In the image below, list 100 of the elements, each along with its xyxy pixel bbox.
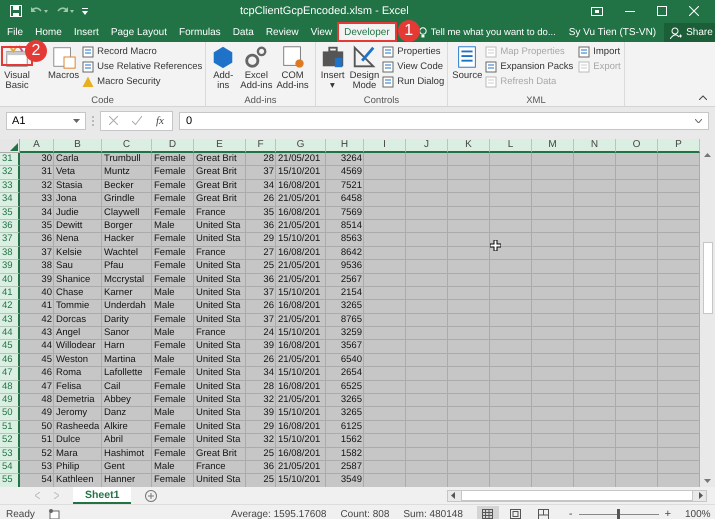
ribbon-button[interactable]: Record Macro (82, 44, 202, 59)
table-cell: Darity (102, 314, 152, 328)
close-icon[interactable] (689, 6, 699, 16)
ribbon-tab[interactable]: Home (30, 23, 67, 42)
zoom-out-button[interactable]: - (568, 508, 573, 519)
ribbon-button[interactable]: COM Add-ins (275, 44, 310, 95)
row-header[interactable]: 44 (0, 327, 20, 340)
row-header[interactable]: 50 (0, 407, 20, 421)
new-sheet-icon[interactable] (145, 490, 158, 502)
ribbon-tab[interactable]: File (2, 23, 28, 42)
ribbon-tab[interactable]: Page Layout (106, 23, 172, 42)
row-header[interactable]: 36 (0, 220, 20, 234)
row-header[interactable]: 31 (0, 153, 20, 166)
column-header[interactable]: A (20, 139, 54, 153)
row-header[interactable]: 45 (0, 340, 20, 354)
ribbon-button[interactable]: Run Dialog (382, 74, 444, 89)
scroll-left-icon[interactable] (451, 492, 455, 499)
column-header[interactable]: I (364, 139, 406, 153)
ribbon-button[interactable]: Add- ins (209, 44, 238, 95)
column-header[interactable]: M (532, 139, 574, 153)
row-header[interactable]: 51 (0, 420, 20, 434)
scroll-right-icon[interactable] (699, 492, 703, 499)
ribbon-button[interactable]: Macro Security (82, 74, 202, 89)
ribbon-button[interactable]: Source (451, 44, 484, 95)
save-icon[interactable] (10, 5, 22, 17)
horizontal-scrollbar[interactable] (447, 490, 707, 502)
macro-recording-icon[interactable] (48, 508, 60, 519)
column-header[interactable]: G (276, 139, 326, 153)
name-box[interactable]: A1 (6, 112, 86, 130)
customize-icon[interactable] (82, 8, 88, 14)
ribbon-tab[interactable]: View (306, 23, 338, 42)
table-cell: Chase (54, 286, 102, 300)
ribbon-display-icon[interactable] (591, 6, 603, 16)
ribbon-tab[interactable]: Insert (68, 23, 104, 42)
column-header[interactable]: K (448, 139, 490, 153)
row-header[interactable]: 39 (0, 260, 20, 274)
column-header[interactable]: B (54, 139, 102, 153)
ribbon-button[interactable]: Design Mode (348, 44, 380, 95)
column-header[interactable]: H (326, 139, 364, 153)
column-header[interactable]: P (658, 139, 700, 153)
column-header[interactable]: L (490, 139, 532, 153)
row-header[interactable]: 53 (0, 448, 20, 461)
table-cell: Pfau (102, 260, 152, 274)
scroll-down-icon[interactable] (704, 479, 711, 483)
column-header[interactable]: O (616, 139, 658, 153)
row-header[interactable]: 35 (0, 206, 20, 220)
ribbon-tab[interactable]: Review (260, 23, 304, 42)
scroll-up-icon[interactable] (704, 153, 711, 157)
ribbon-button[interactable]: Import (578, 44, 621, 59)
column-header[interactable]: N (574, 139, 616, 153)
maximize-icon[interactable] (657, 6, 667, 16)
row-header[interactable]: 46 (0, 354, 20, 368)
ribbon-button[interactable]: Expansion Packs (485, 59, 574, 74)
ribbon-tab[interactable]: Formulas (174, 23, 226, 42)
row-header[interactable]: 54 (0, 460, 20, 474)
cell-grid[interactable] (0, 139, 700, 487)
ribbon-tab[interactable]: Data (228, 23, 259, 42)
tell-me-field[interactable]: Tell me what you want to do... (418, 23, 569, 42)
zoom-slider-thumb[interactable] (616, 508, 620, 519)
row-header[interactable]: 34 (0, 193, 20, 207)
insert-function-button[interactable]: fx (156, 114, 164, 126)
ribbon-button[interactable]: Use Relative References (82, 59, 202, 74)
row-header[interactable]: 49 (0, 394, 20, 408)
ribbon-button[interactable]: View Code (382, 59, 444, 74)
column-header[interactable]: C (102, 139, 152, 153)
row-header[interactable]: 42 (0, 300, 20, 314)
table-cell: 38 (20, 260, 54, 274)
collapse-ribbon-icon[interactable] (699, 95, 707, 100)
ribbon-button[interactable]: Insert ▾ (318, 44, 347, 95)
table-cell (616, 274, 658, 287)
user-name[interactable]: Sy Vu Tien (TS-VN) (568, 27, 656, 42)
column-header[interactable]: J (406, 139, 448, 153)
row-header[interactable]: 38 (0, 246, 20, 260)
row-header[interactable]: 33 (0, 180, 20, 194)
row-header[interactable]: 47 (0, 367, 20, 381)
ribbon-button[interactable]: Excel Add-ins (239, 44, 274, 95)
ribbon-button[interactable]: Macros (47, 44, 80, 95)
row-header[interactable]: 32 (0, 166, 20, 180)
row-header[interactable]: 37 (0, 233, 20, 247)
sheet-tab[interactable]: Sheet1 (73, 487, 132, 504)
column-header[interactable]: D (152, 139, 194, 153)
zoom-in-button[interactable]: + (664, 508, 671, 519)
minimize-icon[interactable] (625, 10, 635, 12)
table-cell (532, 340, 574, 354)
ribbon-button[interactable]: Properties (382, 44, 444, 59)
row-header[interactable]: 52 (0, 434, 20, 448)
view-button[interactable] (476, 506, 499, 519)
share-button[interactable]: Share (664, 23, 715, 42)
row-header[interactable]: 43 (0, 314, 20, 328)
row-header[interactable]: 41 (0, 286, 20, 300)
table-cell (658, 314, 700, 328)
column-header[interactable]: F (246, 139, 276, 153)
formula-field[interactable]: 0 (178, 112, 709, 130)
column-header[interactable]: E (194, 139, 246, 153)
table-cell: Danz (102, 407, 152, 421)
row-header[interactable]: 48 (0, 380, 20, 394)
row-header[interactable]: 55 (0, 474, 20, 487)
scrollbar-thumb[interactable] (702, 242, 712, 314)
select-all-button[interactable] (0, 139, 20, 153)
row-header[interactable]: 40 (0, 274, 20, 287)
